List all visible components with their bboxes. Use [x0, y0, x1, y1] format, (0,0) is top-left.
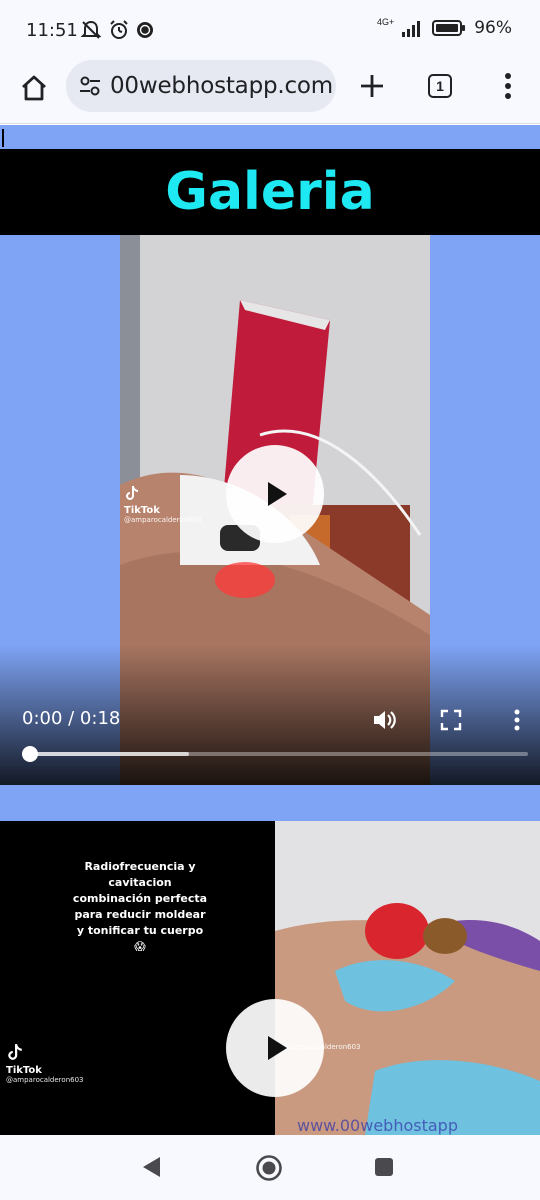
- caption-emoji: 😱: [134, 940, 146, 953]
- status-bar: 11:51 4G+ 96%: [0, 0, 540, 60]
- text-caret: [2, 129, 4, 147]
- play-button[interactable]: [226, 445, 324, 543]
- muted-bell-icon: [80, 20, 102, 39]
- battery-percent: 96%: [474, 18, 512, 38]
- address-bar[interactable]: 00webhostapp.com: [66, 60, 336, 112]
- signal-icon: [402, 21, 421, 37]
- volume-icon: [374, 711, 396, 729]
- home-icon: [22, 75, 46, 101]
- fullscreen-icon: [440, 709, 462, 731]
- home-nav-button[interactable]: [255, 1154, 283, 1187]
- clock: 11:51: [26, 20, 78, 41]
- site-settings-icon[interactable]: [78, 74, 102, 98]
- tab-switcher-button[interactable]: 1: [420, 66, 460, 106]
- notification-icons: [80, 19, 154, 41]
- tiktok-logo-icon: [8, 1044, 22, 1060]
- network-type: 4G+: [376, 17, 395, 27]
- new-tab-button[interactable]: [352, 66, 392, 106]
- whatsapp-icon: [137, 22, 153, 38]
- video-frame: www.00webhostapp @amparocalderon603: [275, 821, 540, 1135]
- browser-toolbar: 00webhostapp.com 1: [0, 60, 540, 124]
- plus-icon: [361, 75, 383, 97]
- tiktok-username: @amparocalderon603: [6, 1076, 84, 1084]
- tiktok-watermark: TikTok @amparocalderon603: [6, 1043, 84, 1084]
- recents-button[interactable]: [374, 1157, 394, 1182]
- volume-button[interactable]: [370, 705, 400, 735]
- browser-menu-button[interactable]: [488, 66, 528, 106]
- tiktok-logo-icon: [126, 486, 138, 500]
- caption-text: Radiofrecuencia y cavitacion combinación…: [72, 860, 208, 937]
- home-button[interactable]: [14, 68, 54, 108]
- video-player-2[interactable]: Radiofrecuencia y cavitacion combinación…: [0, 821, 540, 1135]
- more-vertical-icon: [505, 73, 511, 99]
- buffered-bar: [30, 752, 190, 756]
- battery-icon: [432, 20, 466, 36]
- system-navigation-bar: [0, 1135, 540, 1200]
- tiktok-watermark: TikTok @amparocalderon603: [124, 485, 202, 524]
- web-page: Galeria TikTok @amparocalderon603 0:00 /…: [0, 125, 540, 1135]
- play-icon: [268, 482, 287, 506]
- gallery-header: Galeria: [0, 149, 540, 235]
- tiktok-username: @amparocalderon603: [124, 516, 202, 524]
- url-text: 00webhostapp.com: [110, 73, 334, 99]
- alarm-icon: [110, 20, 128, 39]
- seek-bar[interactable]: [22, 746, 528, 762]
- tiktok-label: TikTok: [124, 505, 160, 516]
- recents-square-icon: [375, 1158, 393, 1176]
- system-icons: 4G+ 96%: [376, 17, 512, 38]
- tab-count: 1: [428, 74, 452, 98]
- back-triangle-icon: [143, 1157, 160, 1177]
- home-circle-icon: [256, 1155, 282, 1181]
- more-vertical-icon: [514, 709, 520, 731]
- seek-thumb[interactable]: [22, 746, 38, 762]
- play-button[interactable]: [226, 999, 324, 1097]
- video-caption: Radiofrecuencia y cavitacion combinación…: [70, 859, 210, 955]
- page-title: Galeria: [165, 162, 375, 222]
- video-thumbnail: www.00webhostapp: [275, 821, 540, 1135]
- play-icon: [268, 1036, 287, 1060]
- svg-text:www.00webhostapp: www.00webhostapp: [297, 1116, 458, 1135]
- video-player-1[interactable]: TikTok @amparocalderon603 0:00 / 0:18: [0, 235, 540, 785]
- fullscreen-button[interactable]: [436, 705, 466, 735]
- tiktok-label: TikTok: [6, 1065, 42, 1076]
- back-button[interactable]: [140, 1155, 164, 1184]
- video-options-button[interactable]: [502, 705, 532, 735]
- time-display: 0:00 / 0:18: [22, 708, 121, 729]
